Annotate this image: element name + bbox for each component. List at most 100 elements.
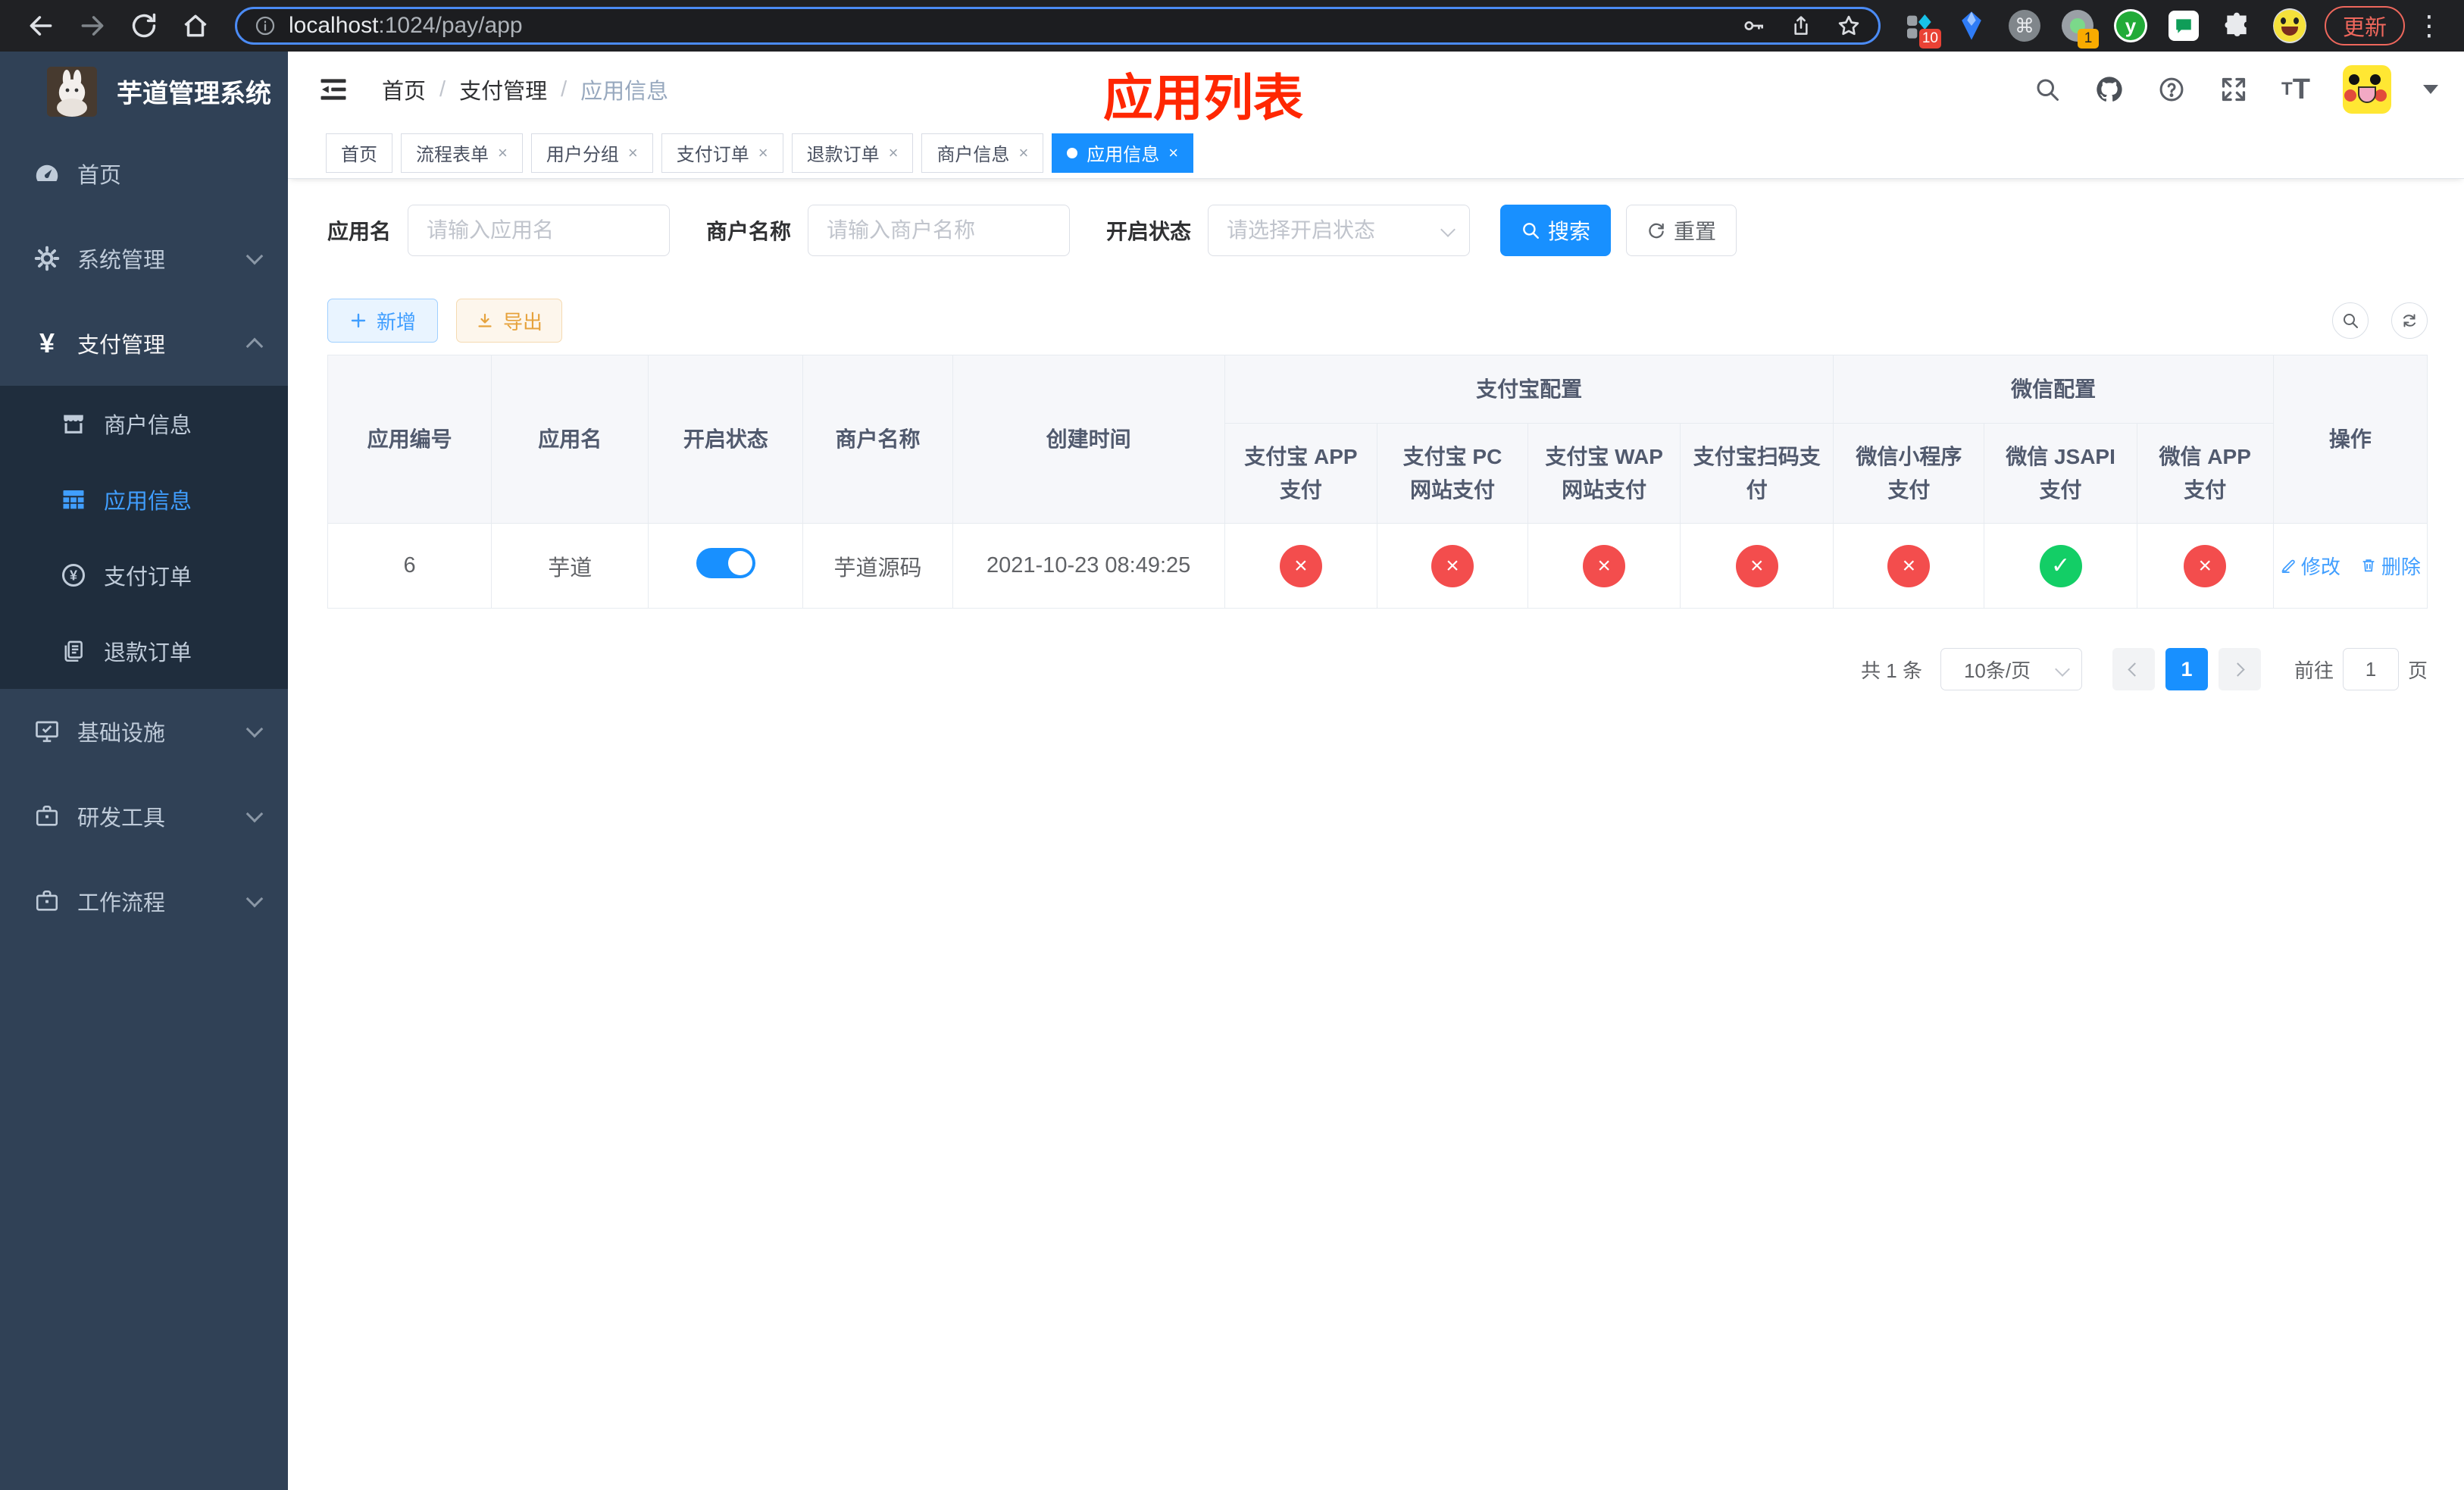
extension-badge: 10 xyxy=(1918,29,1941,49)
add-button[interactable]: 新增 xyxy=(327,299,438,343)
goto-page-input[interactable] xyxy=(2342,648,2399,690)
close-icon[interactable]: × xyxy=(1168,144,1178,161)
col-alipay-pc: 支付宝 PC 网站支付 xyxy=(1376,423,1529,524)
svg-text:¥: ¥ xyxy=(70,568,77,584)
search-icon[interactable] xyxy=(2032,74,2062,105)
avatar-dropdown-caret-icon[interactable] xyxy=(2423,85,2438,94)
breadcrumb-home[interactable]: 首页 xyxy=(382,74,426,105)
export-button[interactable]: 导出 xyxy=(456,299,562,343)
breadcrumb-payment[interactable]: 支付管理 xyxy=(459,74,547,105)
col-app-id: 应用编号 xyxy=(327,355,492,524)
share-icon[interactable] xyxy=(1789,14,1813,38)
status-select[interactable] xyxy=(1208,205,1471,256)
tag-tab-user-group[interactable]: 用户分组 × xyxy=(530,133,653,173)
prev-page-button[interactable] xyxy=(2112,648,2155,690)
sidebar-item-label: 研发工具 xyxy=(77,806,166,831)
page-annotation-title: 应用列表 xyxy=(1103,70,1303,126)
chevron-down-icon xyxy=(245,247,264,265)
next-page-button[interactable] xyxy=(2218,648,2261,690)
status-select-input[interactable] xyxy=(1208,205,1471,256)
status-toggle[interactable] xyxy=(696,547,755,578)
cell-actions: 修改 删除 xyxy=(2272,523,2428,609)
breadcrumb-separator: / xyxy=(439,77,446,102)
extension-icons: 10 ⌘ 1 y xyxy=(1902,8,2306,49)
sidebar-item-merchant-info[interactable]: 商户信息 xyxy=(0,386,288,462)
sidebar-item-system[interactable]: 系统管理 xyxy=(0,216,288,301)
close-icon[interactable]: × xyxy=(498,144,508,161)
edit-link[interactable]: 修改 xyxy=(2280,552,2340,580)
github-icon[interactable] xyxy=(2094,74,2125,105)
sidebar-item-home[interactable]: 首页 xyxy=(0,131,288,216)
cell-app-id: 6 xyxy=(327,523,492,609)
password-key-icon[interactable] xyxy=(1742,14,1766,38)
sidebar-item-refund-orders[interactable]: 退款订单 xyxy=(0,613,288,689)
page-size-select[interactable]: 10条/页 xyxy=(1940,648,2082,690)
payment-submenu: 商户信息 应用信息 ¥ 支付订单 退款订单 xyxy=(0,386,288,689)
cell-status xyxy=(648,523,804,609)
col-group-wechat: 微信配置 xyxy=(1833,355,2274,424)
page-content: 应用名 商户名称 开启状态 搜索 重置 xyxy=(288,205,2464,690)
close-icon[interactable]: × xyxy=(758,144,768,161)
tag-tab-app-info[interactable]: 应用信息 × xyxy=(1052,133,1194,173)
help-icon[interactable] xyxy=(2156,74,2187,105)
extension-command-icon[interactable]: ⌘ xyxy=(2008,9,2041,42)
sidebar-item-workflow[interactable]: 工作流程 xyxy=(0,859,288,944)
delete-link[interactable]: 删除 xyxy=(2360,552,2421,580)
extension-chat-icon[interactable] xyxy=(2167,9,2200,42)
browser-menu-icon[interactable]: ⋮ xyxy=(2409,12,2449,39)
browser-back-icon[interactable] xyxy=(21,6,61,45)
sidebar-item-infra[interactable]: 基础设施 xyxy=(0,689,288,774)
tag-tab-refund-orders[interactable]: 退款订单 × xyxy=(791,133,914,173)
tag-tab-merchant-info[interactable]: 商户信息 × xyxy=(921,133,1044,173)
font-size-icon[interactable]: TT xyxy=(2281,74,2311,105)
goto-unit-label: 页 xyxy=(2407,659,2428,682)
current-page-button[interactable]: 1 xyxy=(2165,648,2208,690)
browser-update-button[interactable]: 更新 xyxy=(2324,6,2405,45)
tag-tab-process-form[interactable]: 流程表单 × xyxy=(401,133,523,173)
site-info-icon[interactable] xyxy=(254,14,277,37)
breadcrumb: 首页 / 支付管理 / 应用信息 xyxy=(382,74,668,105)
app-name-label: 应用名 xyxy=(327,220,392,243)
sidebar-item-pay-orders[interactable]: ¥ 支付订单 xyxy=(0,537,288,613)
app-logo-row[interactable]: 芋道管理系统 xyxy=(0,52,288,131)
sidebar-item-label: 系统管理 xyxy=(77,249,166,273)
close-icon[interactable]: × xyxy=(889,144,899,161)
reset-button[interactable]: 重置 xyxy=(1626,205,1737,256)
app-logo xyxy=(47,66,97,117)
sidebar: 芋道管理系统 首页 系统管理 ¥ 支付管理 商户信息 应用信息 ¥ 支付订单 退… xyxy=(0,52,288,1490)
extension-grid-icon[interactable]: 10 xyxy=(1902,9,1941,49)
toggle-search-button[interactable] xyxy=(2332,302,2369,339)
sidebar-item-payment[interactable]: ¥ 支付管理 xyxy=(0,301,288,386)
extension-y-icon[interactable]: y xyxy=(2113,9,2147,42)
sidebar-item-app-info[interactable]: 应用信息 xyxy=(0,462,288,537)
navbar-actions: TT xyxy=(2032,65,2438,114)
tag-tab-pay-orders[interactable]: 支付订单 × xyxy=(661,133,783,173)
app-title: 芋道管理系统 xyxy=(117,80,271,108)
browser-forward-icon[interactable] xyxy=(73,6,112,45)
extension-colorpick-icon[interactable]: 1 xyxy=(2061,9,2099,49)
profile-emoji-icon[interactable] xyxy=(2272,8,2306,43)
user-avatar[interactable] xyxy=(2343,65,2391,114)
address-bar[interactable]: localhost:1024/pay/app xyxy=(235,7,1881,45)
browser-reload-icon[interactable] xyxy=(124,6,164,45)
extension-gem-icon[interactable] xyxy=(1955,9,1988,42)
app-name-input[interactable] xyxy=(408,205,671,256)
extensions-puzzle-icon[interactable] xyxy=(2220,9,2253,42)
close-icon[interactable]: × xyxy=(1018,144,1028,161)
url-path: :1024/pay/app xyxy=(378,13,523,38)
col-app-name: 应用名 xyxy=(491,355,649,524)
alipay-qr-status-icon: × xyxy=(1735,544,1778,587)
bookmark-star-icon[interactable] xyxy=(1836,13,1862,39)
tag-tab-home[interactable]: 首页 xyxy=(326,133,392,173)
fullscreen-icon[interactable] xyxy=(2219,74,2249,105)
close-icon[interactable]: × xyxy=(628,144,638,161)
sidebar-collapse-icon[interactable] xyxy=(317,73,350,106)
sidebar-item-label: 应用信息 xyxy=(104,490,192,514)
browser-home-icon[interactable] xyxy=(176,6,215,45)
sidebar-item-dev-tools[interactable]: 研发工具 xyxy=(0,774,288,859)
search-button[interactable]: 搜索 xyxy=(1500,205,1612,256)
merchant-name-input[interactable] xyxy=(808,205,1071,256)
sidebar-item-label: 基础设施 xyxy=(77,722,166,746)
refresh-table-button[interactable] xyxy=(2391,302,2428,339)
sidebar-item-label: 支付订单 xyxy=(104,565,192,590)
